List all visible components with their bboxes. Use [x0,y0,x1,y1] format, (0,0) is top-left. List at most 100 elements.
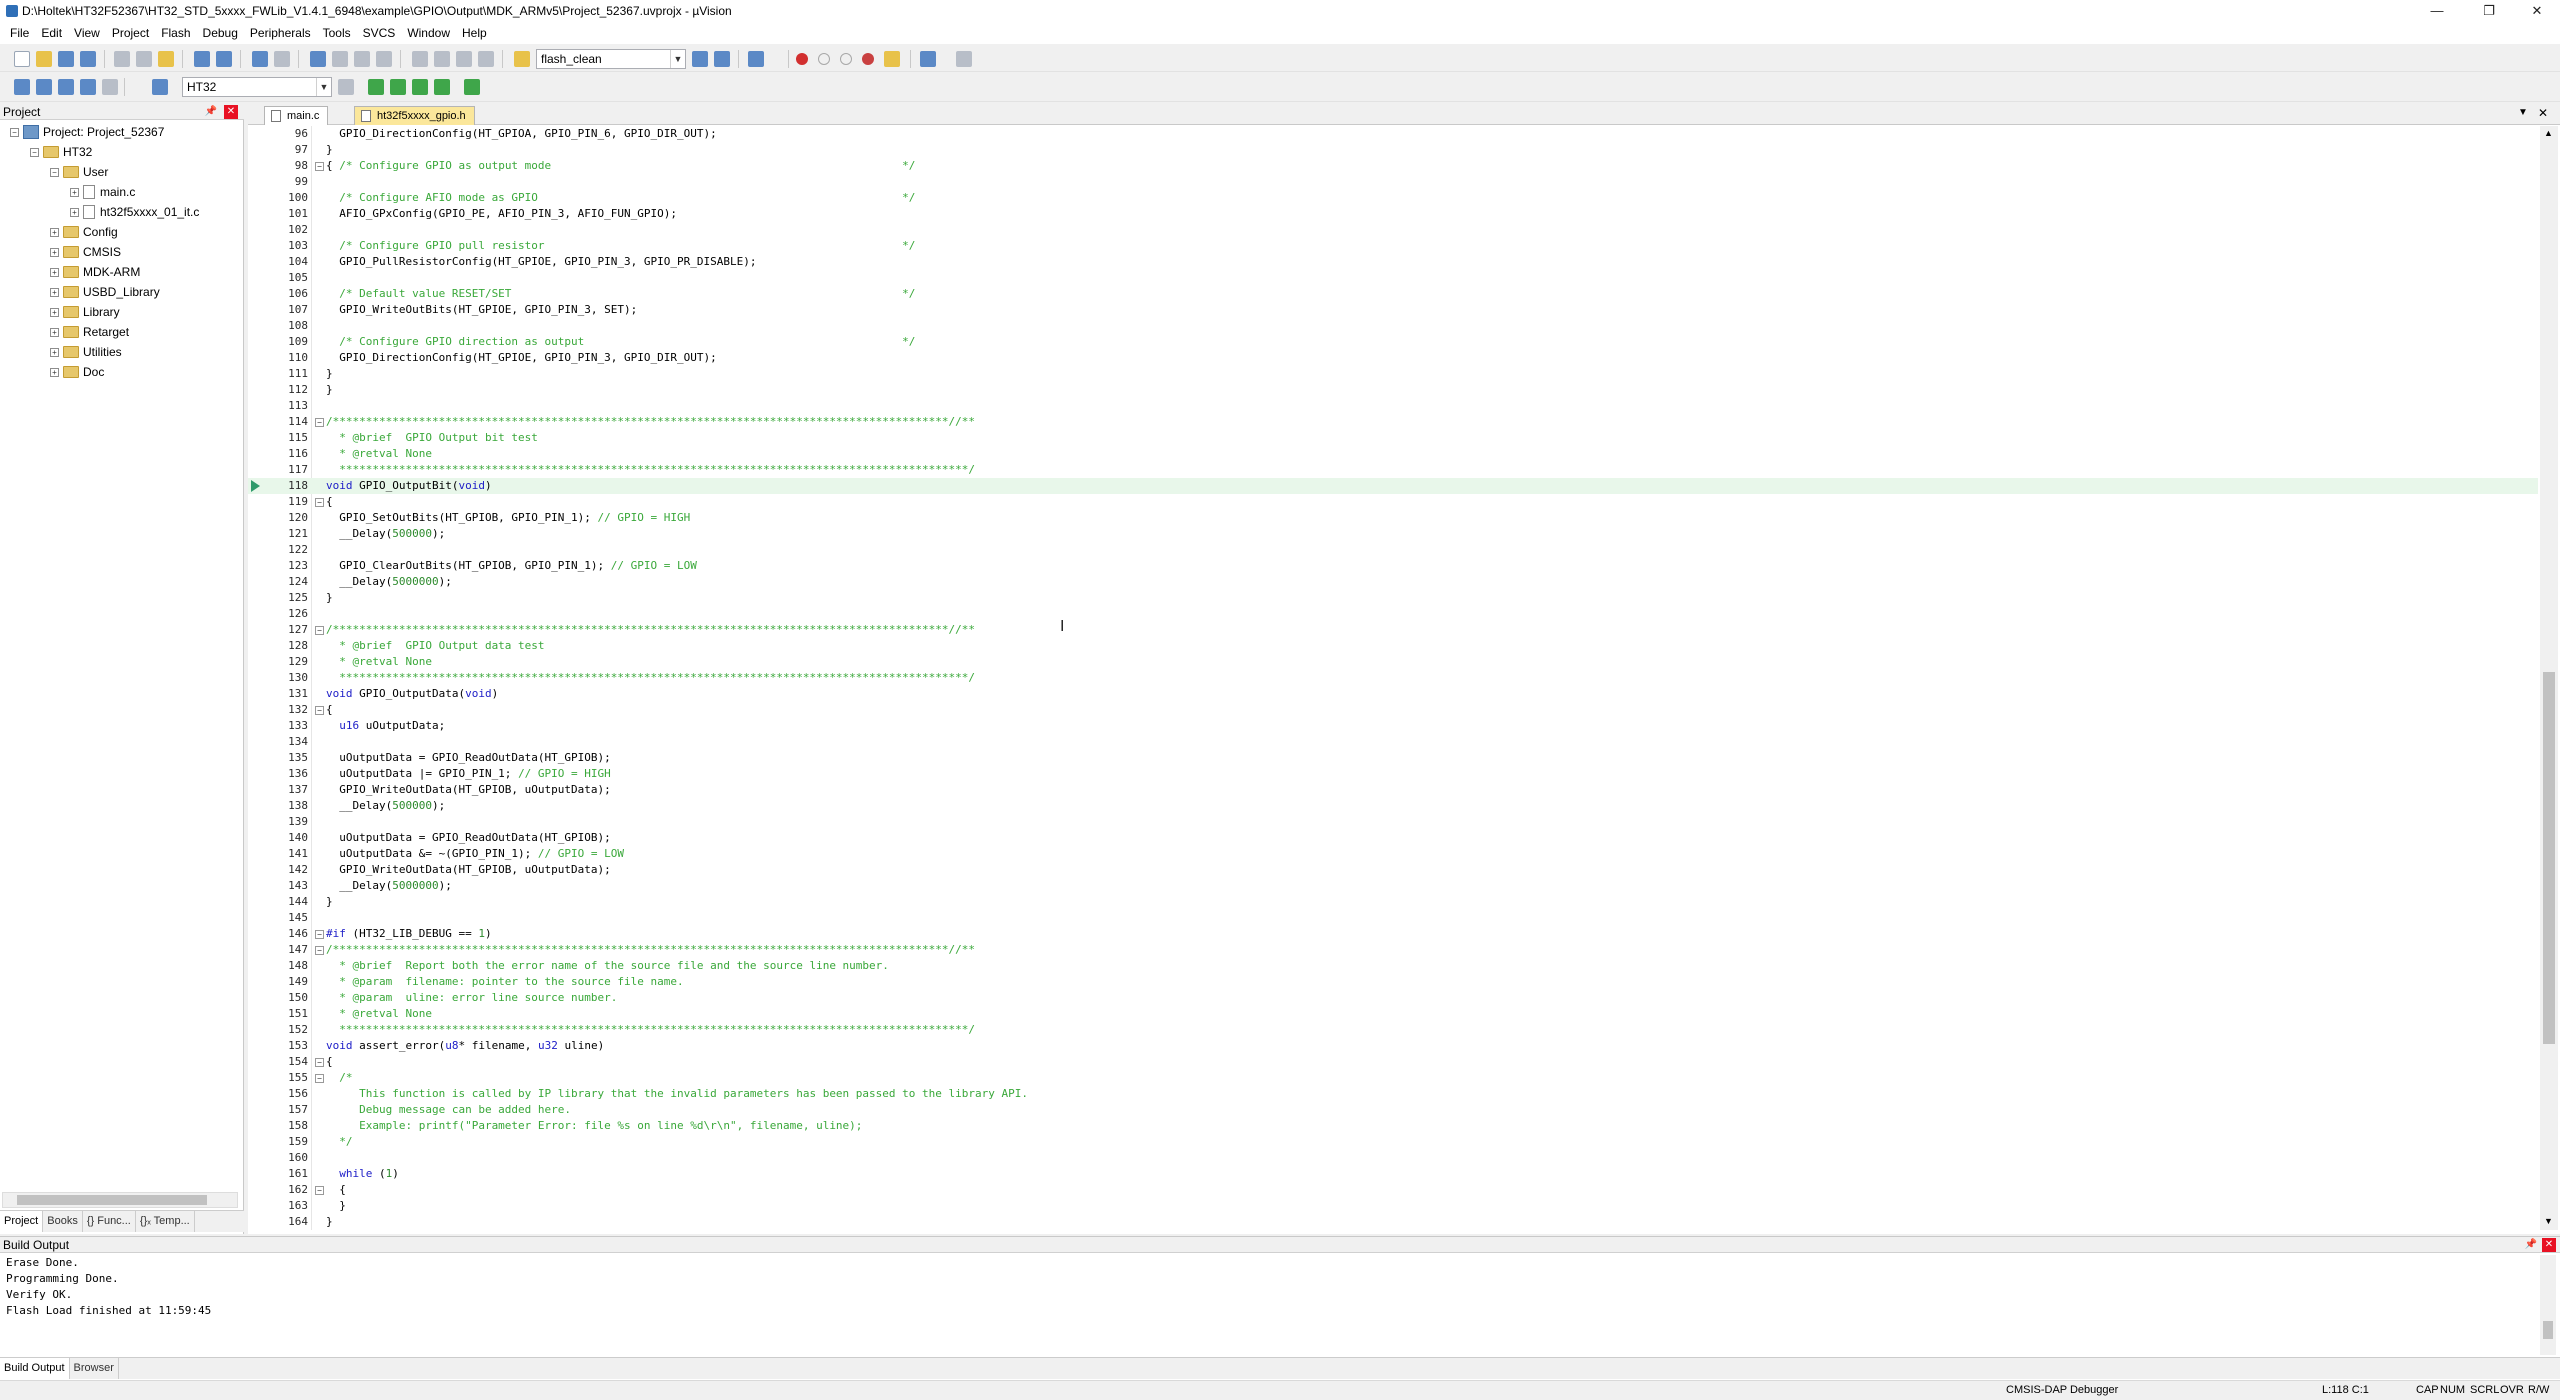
clear-bookmarks-icon[interactable] [376,51,392,67]
save-all-icon[interactable] [80,51,96,67]
expand-icon[interactable]: + [70,207,79,217]
tree-item[interactable]: − Project: Project_52367 [10,122,164,142]
fold-toggle-icon[interactable]: − [315,930,324,939]
expand-icon[interactable]: + [50,247,59,257]
vertical-scrollbar[interactable]: ▲ ▼ [2540,126,2558,1230]
fold-toggle-icon[interactable]: − [315,162,324,171]
collapse-icon[interactable]: − [10,127,19,137]
code-line[interactable]: 142 GPIO_WriteOutData(HT_GPIOB, uOutputD… [248,862,2538,878]
debug-session-icon[interactable] [748,51,764,67]
code-line[interactable]: 154−{ [248,1054,2538,1070]
close-editor-icon[interactable]: ✕ [2538,106,2548,120]
code-line[interactable]: 144} [248,894,2538,910]
code-line[interactable]: 131 void GPIO_OutputData(void) [248,686,2538,702]
navigate-forward-icon[interactable] [274,51,290,67]
fold-toggle-icon[interactable]: − [315,706,324,715]
build-output-scrollbar[interactable] [2540,1255,2556,1355]
tab-main-c[interactable]: main.c [264,106,329,125]
menu-edit[interactable]: Edit [35,22,68,44]
toggle-bookmark-icon[interactable] [310,51,326,67]
collapse-icon[interactable]: − [50,167,59,177]
scroll-thumb[interactable] [2543,672,2555,1044]
code-line[interactable]: 163 } [248,1198,2538,1214]
close-window-button[interactable]: ✕ [2514,0,2560,22]
menu-flash[interactable]: Flash [155,22,196,44]
code-line[interactable]: 128 * @brief GPIO Output data test [248,638,2538,654]
code-line[interactable]: 105 [248,270,2538,286]
code-line[interactable]: 140 uOutputData = GPIO_ReadOutData(HT_GP… [248,830,2538,846]
uncomment-icon[interactable] [478,51,494,67]
code-line[interactable]: 123 GPIO_ClearOutBits(HT_GPIOB, GPIO_PIN… [248,558,2538,574]
stop-build-icon[interactable] [102,79,118,95]
incremental-find-icon[interactable] [714,51,730,67]
code-line[interactable]: 117 ************************************… [248,462,2538,478]
run-time-environment-icon[interactable] [464,79,480,95]
fold-toggle-icon[interactable]: − [315,1186,324,1195]
tree-item[interactable]: + USBD_Library [50,282,160,302]
code-line[interactable]: 139 [248,814,2538,830]
code-line[interactable]: 137 GPIO_WriteOutData(HT_GPIOB, uOutputD… [248,782,2538,798]
find-icon[interactable] [692,51,708,67]
menu-file[interactable]: File [4,22,35,44]
code-line[interactable]: 158 Example: printf("Parameter Error: fi… [248,1118,2538,1134]
indent-icon[interactable] [412,51,428,67]
code-area[interactable]: 96 GPIO_DirectionConfig(HT_GPIOA, GPIO_P… [248,126,2538,1230]
open-file-icon[interactable] [36,51,52,67]
code-line[interactable]: 122 [248,542,2538,558]
expand-icon[interactable]: + [50,327,59,337]
code-line[interactable]: 100 /* Configure AFIO mode as GPIO */ [248,190,2538,206]
menu-peripherals[interactable]: Peripherals [244,22,317,44]
tree-item[interactable]: − HT32 [30,142,92,162]
close-icon[interactable]: ✕ [2542,1238,2556,1252]
code-line[interactable]: 125} [248,590,2538,606]
paste-icon[interactable] [158,51,174,67]
restore-button[interactable]: ❐ [2466,0,2512,22]
rebuild-icon[interactable] [58,79,74,95]
fold-toggle-icon[interactable]: − [315,946,324,955]
batch-build-icon[interactable] [80,79,96,95]
code-line[interactable]: 101 AFIO_GPxConfig(GPIO_PE, AFIO_PIN_3, … [248,206,2538,222]
chevron-down-icon[interactable]: ▼ [316,78,331,96]
code-line[interactable]: 146− #if (HT32_LIB_DEBUG == 1) [248,926,2538,942]
code-line[interactable]: 107 GPIO_WriteOutBits(HT_GPIOE, GPIO_PIN… [248,302,2538,318]
expand-icon[interactable]: + [70,187,79,197]
navigate-back-icon[interactable] [252,51,268,67]
window-options-icon[interactable] [884,51,900,67]
build-icon[interactable] [36,79,52,95]
menu-project[interactable]: Project [106,22,155,44]
menu-view[interactable]: View [68,22,106,44]
kill-breakpoints-icon[interactable] [862,53,874,65]
fold-toggle-icon[interactable]: − [315,1074,324,1083]
select-packs-icon[interactable] [390,79,406,95]
code-line[interactable]: 115 * @brief GPIO Output bit test [248,430,2538,446]
code-line[interactable]: 121 __Delay(500000); [248,526,2538,542]
code-line[interactable]: 102 [248,222,2538,238]
code-line[interactable]: 113 [248,398,2538,414]
code-line[interactable]: 143 __Delay(5000000); [248,878,2538,894]
close-icon[interactable]: ✕ [224,105,238,119]
code-line[interactable]: 159 */ [248,1134,2538,1150]
scroll-down-icon[interactable]: ▼ [2544,1216,2553,1226]
expand-icon[interactable]: + [50,347,59,357]
code-line[interactable]: 126 [248,606,2538,622]
tab-project[interactable]: Project [0,1211,44,1232]
chevron-down-icon[interactable]: ▼ [670,50,685,68]
prev-bookmark-icon[interactable] [332,51,348,67]
next-bookmark-icon[interactable] [354,51,370,67]
code-line[interactable]: 164} [248,1214,2538,1230]
code-line[interactable]: 111} [248,366,2538,382]
layout-icon[interactable] [920,51,936,67]
code-line[interactable]: 103 /* Configure GPIO pull resistor */ [248,238,2538,254]
tree-item[interactable]: + ht32f5xxxx_01_it.c [70,202,199,222]
find-combo[interactable]: flash_clean ▼ [536,49,686,69]
tab-build-output[interactable]: Build Output [0,1358,70,1379]
code-line[interactable]: 155− /* [248,1070,2538,1086]
scroll-up-icon[interactable]: ▲ [2544,128,2553,138]
expand-icon[interactable]: + [50,287,59,297]
code-line[interactable]: 162− { [248,1182,2538,1198]
tree-item[interactable]: − User [50,162,108,182]
fold-toggle-icon[interactable]: − [315,626,324,635]
menu-svcs[interactable]: SVCS [357,22,402,44]
collapse-icon[interactable]: − [30,147,39,157]
disable-breakpoints-icon[interactable] [840,53,852,65]
